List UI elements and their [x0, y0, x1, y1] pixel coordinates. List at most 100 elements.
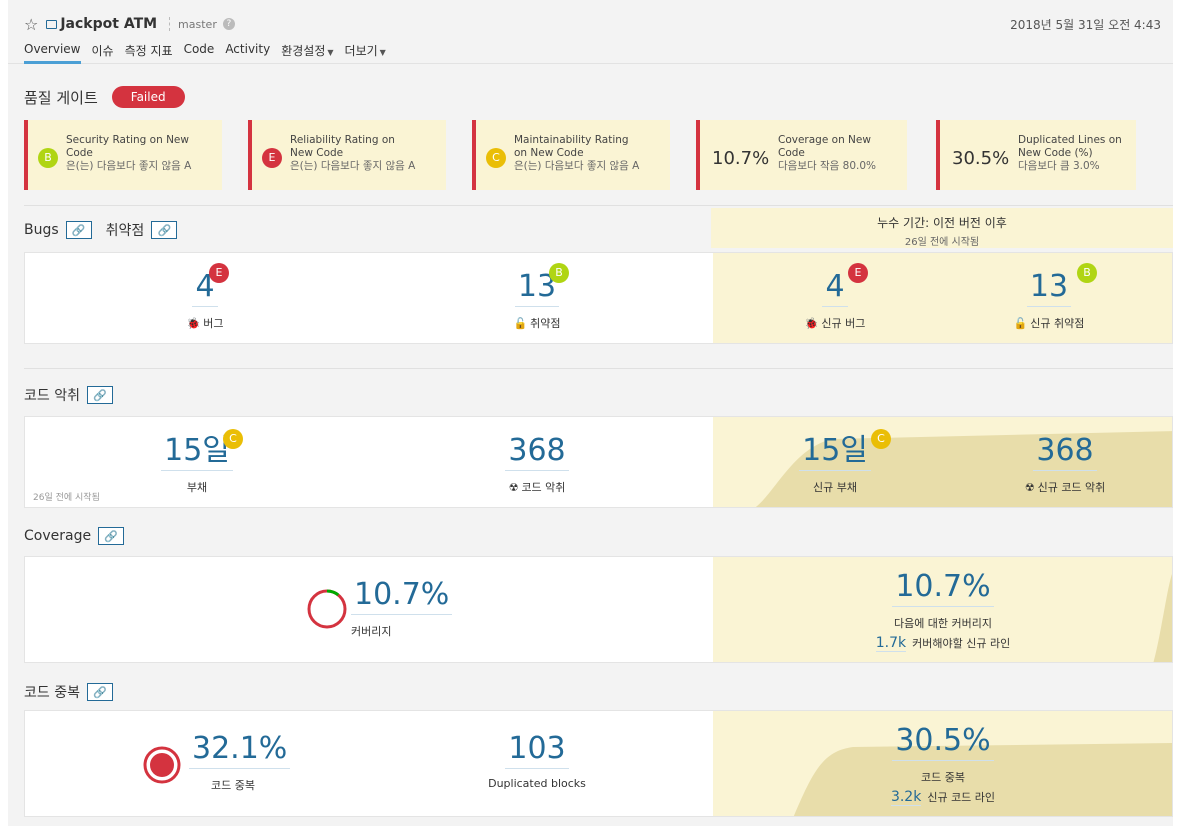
duplicated-blocks-count[interactable]: 103 [505, 733, 569, 769]
tab-settings[interactable]: 환경설정 ▼ [281, 42, 333, 64]
condition-threshold: 은(는) 다음보다 좋지 않음 A [514, 160, 640, 172]
lines-to-cover-value[interactable]: 1.7k [875, 635, 907, 652]
new-bugs-count[interactable]: 4 [822, 271, 848, 307]
rating-badge: E [262, 148, 282, 168]
code-smells-count[interactable]: 368 [505, 435, 569, 471]
bugs-title: Bugs [24, 222, 59, 238]
condition-reliability-rating[interactable]: E Reliability Rating on New Code 은(는) 다음… [248, 120, 446, 190]
duplications-link-button[interactable]: 🔗 [86, 683, 113, 701]
bug-icon: 🐞 [804, 317, 819, 330]
new-coverage-label: 다음에 대한 커버리지 [893, 617, 993, 630]
coverage-label: 커버리지 [351, 625, 392, 638]
tab-more[interactable]: 더보기 ▼ [345, 42, 386, 64]
coverage-title: Coverage [24, 528, 92, 544]
new-lines-value[interactable]: 3.2k [890, 789, 922, 806]
new-lines: 3.2k 신규 코드 라인 [843, 789, 1043, 806]
condition-threshold: 다음보다 작음 80.0% [778, 160, 876, 172]
started-note: 26일 전에 시작됨 [33, 493, 100, 503]
condition-security-rating[interactable]: B Security Rating on New Code 은(는) 다음보다 … [24, 120, 222, 190]
new-coverage-value[interactable]: 10.7% [892, 571, 994, 607]
condition-maintainability-rating[interactable]: C Maintainability Rating on New Code 은(는… [472, 120, 670, 190]
code-smells-label-text: 코드 악취 [521, 481, 566, 494]
tab-code[interactable]: Code [184, 42, 215, 64]
new-vulnerabilities-rating-badge[interactable]: B [1077, 263, 1097, 283]
duplicated-blocks-measure: 103 Duplicated blocks [457, 733, 617, 791]
condition-coverage[interactable]: 10.7% Coverage on New Code 다음보다 작음 80.0% [696, 120, 907, 190]
vulnerabilities-label: 🔓 취약점 [457, 315, 617, 331]
tab-issues[interactable]: 이슈 [92, 42, 114, 64]
duplications-title: 코드 중복 [24, 685, 80, 701]
new-bugs-measure: 4 🐞 신규 버그 [755, 271, 915, 331]
link-icon: 🔗 [157, 223, 172, 237]
vulnerabilities-link-button[interactable]: 🔗 [151, 221, 178, 239]
duplications-donut [143, 746, 181, 784]
coverage-value[interactable]: 10.7% [351, 579, 453, 615]
new-vulnerabilities-count[interactable]: 13 [1026, 271, 1072, 307]
condition-duplicated-lines[interactable]: 30.5% Duplicated Lines on New Code (%) 다… [936, 120, 1136, 190]
bug-icon: 🐞 [186, 317, 201, 330]
tab-settings-label: 환경설정 [281, 44, 326, 58]
vulnerabilities-measure: 13 🔓 취약점 [457, 271, 617, 331]
vulnerabilities-rating-badge[interactable]: B [549, 263, 569, 283]
bugs-measure: 4 🐞 버그 [125, 271, 285, 331]
title-row: ☆ Jackpot ATM master ? [24, 13, 235, 35]
project-header: ☆ Jackpot ATM master ? 2018년 5월 31일 오전 4… [8, 0, 1173, 64]
branch-name[interactable]: master [178, 18, 217, 31]
link-icon: 🔗 [93, 388, 107, 402]
new-duplications-value[interactable]: 30.5% [892, 725, 994, 761]
condition-value: 30.5% [952, 148, 1010, 169]
lines-to-cover-label: 커버해야할 신규 라인 [912, 637, 1011, 650]
lines-to-cover: 1.7k 커버해야할 신규 라인 [843, 635, 1043, 652]
new-duplications-measure: 30.5% 코드 중복 3.2k 신규 코드 라인 [843, 725, 1043, 806]
condition-text: Reliability Rating on New Code 은(는) 다음보다… [290, 134, 415, 173]
new-bugs-label: 🐞 신규 버그 [755, 315, 915, 331]
bugs-link-button[interactable]: 🔗 [65, 221, 92, 239]
duplications-panel: 32.1% 코드 중복 103 Duplicated blocks 30.5% … [24, 710, 1173, 817]
coverage-panel: 10.7% 커버리지 10.7% 다음에 대한 커버리지 1.7k 커버해야할 신… [24, 556, 1173, 663]
bugs-label-text: 버그 [203, 317, 224, 330]
new-debt-value[interactable]: 15일 [799, 435, 871, 471]
condition-threshold: 은(는) 다음보다 좋지 않음 A [66, 160, 192, 172]
duplications-measure: 32.1% 코드 중복 [189, 733, 291, 793]
coverage-section-title: Coverage 🔗 [24, 527, 125, 545]
coverage-donut [307, 589, 347, 629]
bugs-section-title: Bugs 🔗 취약점 🔗 [24, 220, 178, 240]
coverage-link-button[interactable]: 🔗 [98, 527, 125, 545]
tab-measures[interactable]: 측정 지표 [125, 42, 173, 64]
new-vulnerabilities-label-text: 신규 취약점 [1030, 317, 1085, 330]
condition-name: Reliability Rating on [290, 134, 395, 146]
radiation-icon: ☢ [508, 481, 519, 494]
divider [24, 368, 1173, 369]
link-icon: 🔗 [93, 685, 107, 699]
leak-period-title: 누수 기간: 이전 버전 이후 [877, 216, 1007, 230]
condition-value: 10.7% [712, 148, 770, 169]
condition-threshold: 은(는) 다음보다 좋지 않음 A [290, 160, 416, 172]
new-code-smells-count[interactable]: 368 [1033, 435, 1097, 471]
bugs-rating-badge[interactable]: E [209, 263, 229, 283]
tab-overview[interactable]: Overview [24, 42, 81, 64]
new-debt-rating-badge[interactable]: C [871, 429, 891, 449]
debt-rating-badge[interactable]: C [223, 429, 243, 449]
duplications-donut-center [150, 753, 174, 777]
new-vulnerabilities-label: 🔓 신규 취약점 [969, 315, 1129, 331]
condition-text: Security Rating on New Code 은(는) 다음보다 좋지… [66, 134, 191, 173]
coverage-donut-uncovered [307, 589, 347, 629]
rating-badge: C [486, 148, 506, 168]
quality-gate-status-badge: Failed [111, 86, 185, 108]
project-icon [46, 19, 58, 29]
help-icon[interactable]: ? [222, 18, 235, 30]
condition-name-cont: Code [778, 147, 805, 159]
tab-activity[interactable]: Activity [225, 42, 270, 64]
condition-name: Coverage on New [778, 134, 871, 146]
project-name[interactable]: Jackpot ATM [60, 16, 157, 32]
condition-text: Maintainability Rating on New Code 은(는) … [514, 134, 639, 173]
duplications-value[interactable]: 32.1% [189, 733, 291, 769]
lock-icon: 🔓 [513, 317, 528, 330]
analysis-date: 2018년 5월 31일 오전 4:43 [1010, 18, 1161, 32]
code-smells-link-button[interactable]: 🔗 [86, 386, 113, 404]
duplicated-blocks-label: Duplicated blocks [488, 777, 586, 790]
favorite-star-icon[interactable]: ☆ [24, 15, 38, 34]
new-bugs-label-text: 신규 버그 [821, 317, 866, 330]
divider [24, 205, 1173, 206]
new-bugs-rating-badge[interactable]: E [848, 263, 868, 283]
